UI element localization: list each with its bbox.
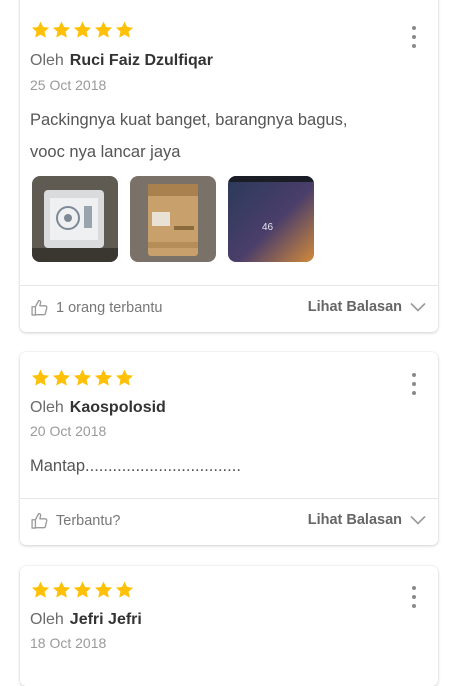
star-icon [52, 581, 71, 598]
star-icon [52, 21, 71, 38]
author-name[interactable]: Jefri Jefri [70, 611, 142, 628]
review-author: Oleh Jefri Jefri [30, 611, 142, 629]
view-replies-button[interactable]: Lihat Balasan [308, 299, 426, 315]
review-photo[interactable] [32, 176, 118, 262]
star-icon [73, 369, 92, 386]
star-icon [94, 369, 113, 386]
author-name[interactable]: Kaospolosid [70, 399, 166, 416]
review-text-line: Mantap.................................. [30, 457, 241, 475]
review-text: Mantap.................................. [30, 450, 410, 482]
review-photos: 46 [32, 176, 314, 262]
thumbs-up-icon [31, 512, 48, 529]
review-card: Oleh Jefri Jefri 18 Oct 2018 [20, 566, 438, 686]
rating-stars [30, 580, 135, 600]
view-replies-label: Lihat Balasan [307, 299, 402, 315]
review-photo[interactable]: 46 [228, 176, 314, 262]
helpful-count: 1 orang terbantu [56, 300, 163, 316]
review-photo[interactable] [130, 176, 216, 262]
review-date: 20 Oct 2018 [30, 423, 107, 439]
review-footer: 1 orang terbantu Lihat Balasan [20, 286, 438, 332]
star-icon [115, 21, 134, 38]
chevron-down-icon [410, 302, 426, 312]
review-footer: Terbantu? Lihat Balasan [20, 499, 438, 545]
more-vertical-icon[interactable] [406, 26, 422, 48]
review-text: Packingnya kuat banget, barangnya bagus,… [30, 104, 410, 168]
review-card: Oleh Ruci Faiz Dzulfiqar 25 Oct 2018 Pack… [20, 0, 438, 332]
star-icon [31, 21, 50, 38]
helpful-button[interactable]: 1 orang terbantu [30, 298, 162, 318]
star-icon [115, 581, 134, 598]
chevron-down-icon [410, 515, 426, 525]
star-icon [31, 369, 50, 386]
author-prefix: Oleh [30, 399, 64, 416]
star-icon [94, 21, 113, 38]
review-card: Oleh Kaospolosid 20 Oct 2018 Mantap......… [20, 352, 438, 545]
view-replies-button[interactable]: Lihat Balasan [308, 512, 426, 528]
review-author: Oleh Kaospolosid [30, 399, 166, 417]
star-icon [73, 581, 92, 598]
review-date: 18 Oct 2018 [30, 635, 107, 651]
review-date: 25 Oct 2018 [30, 77, 107, 93]
helpful-prompt: Terbantu? [56, 513, 121, 529]
thumbs-up-icon [31, 299, 48, 316]
view-replies-label: Lihat Balasan [307, 512, 402, 528]
review-author: Oleh Ruci Faiz Dzulfiqar [30, 52, 213, 70]
star-icon [73, 21, 92, 38]
photo-clock-text: 46 [262, 222, 274, 233]
star-icon [52, 369, 71, 386]
star-icon [31, 581, 50, 598]
more-vertical-icon[interactable] [406, 373, 422, 395]
author-prefix: Oleh [30, 52, 64, 69]
rating-stars [30, 20, 135, 40]
rating-stars [30, 368, 135, 388]
author-prefix: Oleh [30, 611, 64, 628]
star-icon [94, 581, 113, 598]
helpful-button[interactable]: Terbantu? [30, 511, 121, 531]
review-text-line: Packingnya kuat banget, barangnya bagus, [30, 111, 348, 129]
more-vertical-icon[interactable] [406, 586, 422, 608]
review-text-line: vooc nya lancar jaya [30, 143, 181, 161]
star-icon [115, 369, 134, 386]
author-name[interactable]: Ruci Faiz Dzulfiqar [70, 52, 213, 69]
